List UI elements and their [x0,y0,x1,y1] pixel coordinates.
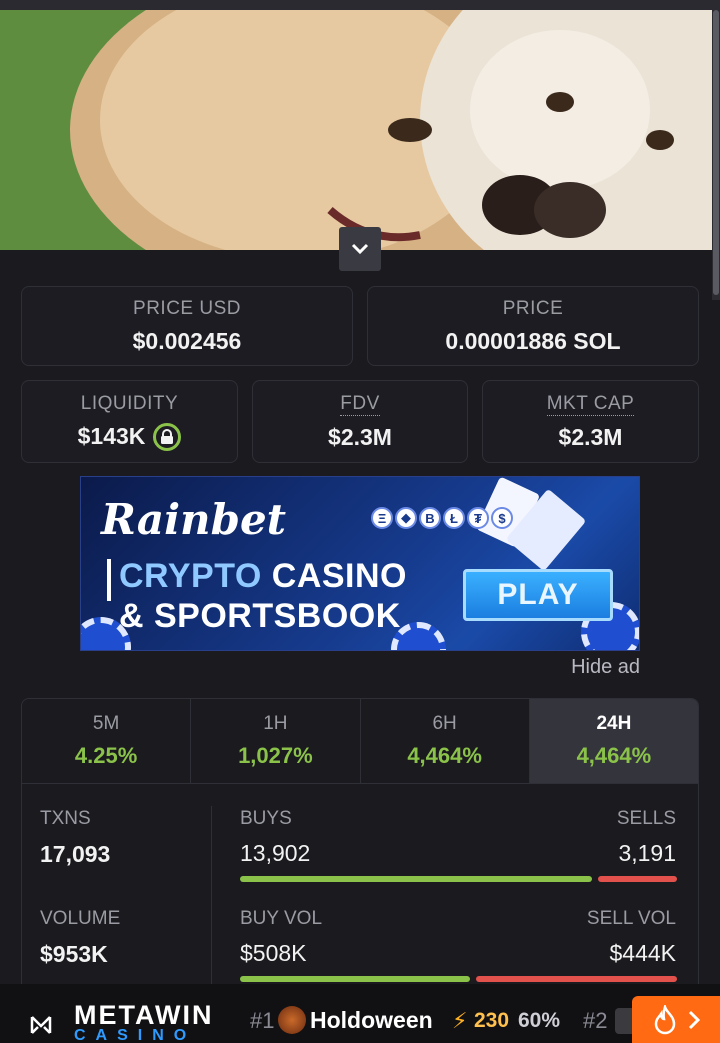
sells-label: SELLS [616,808,676,829]
buy-volume-value: $508K [240,940,307,966]
lock-icon[interactable] [153,422,182,451]
chevron-down-icon [351,243,369,255]
lightning-icon: ⚡ [452,1008,468,1033]
fdv-label[interactable]: FDV [340,393,380,416]
price-usd-card: PRICE USD $0.002456 [21,286,353,366]
sells-ratio-bar [598,876,677,882]
ad-brand-logo: Rainbet [101,495,287,544]
sell-volume-value: $444K [609,940,676,966]
ad-banner[interactable]: Rainbet Ξ ◆ B Ł ₮ $ CRYPTO CASINO & SPOR… [80,476,640,651]
coin-icon: Ł [443,507,465,529]
metawin-logo-icon [30,1016,52,1034]
ad-subheadline: & SPORTSBOOK [119,597,401,635]
price-sol-value: 0.00001886 SOL [445,327,621,354]
volume-label: VOLUME [40,908,121,929]
rank-1-label: #1 [250,1008,275,1033]
game-name[interactable]: Holdoween [310,1007,433,1034]
liquidity-card: LIQUIDITY $143K [21,380,238,463]
fire-icon [654,1004,676,1034]
ad-headline: CRYPTO CASINO [119,557,407,595]
game-percent: 60% [518,1009,561,1032]
token-header-image [0,10,712,250]
price-sol-card: PRICE 0.00001886 SOL [367,286,699,366]
liquidity-label: LIQUIDITY [80,392,179,414]
top-status-strip [0,0,720,10]
txns-value: 17,093 [40,841,111,867]
scrollbar-thumb[interactable] [713,10,719,295]
coin-icon: ◆ [395,507,417,529]
metawin-brand-sub: CASINO [74,1027,197,1043]
txns-label: TXNS [40,808,91,829]
coin-icon: Ξ [371,507,393,529]
trending-open-button[interactable] [632,996,720,1043]
market-cap-card: MKT CAP $2.3M [482,380,699,463]
coin-icon: B [419,507,441,529]
tab-1h[interactable]: 1H 1,027% [191,699,361,783]
collapse-image-button[interactable] [339,227,381,271]
buys-value: 13,902 [240,840,311,866]
price-usd-value: $0.002456 [132,327,242,354]
ad-play-button[interactable]: PLAY [463,569,613,621]
timeframe-tabs: 5M 4.25% 1H 1,027% 6H 4,464% 24H 4,464% [21,698,699,784]
liquidity-value: $143K [77,423,146,449]
tab-6h[interactable]: 6H 4,464% [361,699,530,783]
hide-ad-link[interactable]: Hide ad [571,656,640,679]
divider [211,806,212,986]
fdv-card: FDV $2.3M [252,380,468,463]
market-cap-value: $2.3M [558,423,623,450]
coin-icon: $ [491,507,513,529]
buy-volume-label: BUY VOL [240,908,323,929]
sell-volume-label: SELL VOL [586,908,676,929]
tab-24h[interactable]: 24H 4,464% [529,699,698,783]
transactions-panel [21,784,699,984]
game-thumbnail-icon [278,1006,306,1034]
market-cap-label[interactable]: MKT CAP [546,393,635,416]
price-sol-label: PRICE [502,297,564,319]
price-usd-label: PRICE USD [133,297,241,319]
sell-volume-ratio-bar [476,976,677,982]
crypto-coins: Ξ ◆ B Ł ₮ $ [371,507,513,529]
ad-divider [107,559,111,601]
buys-ratio-bar [240,876,592,882]
chevron-right-icon [688,1010,700,1029]
rank-2-label: #2 [583,1008,608,1033]
buy-volume-ratio-bar [240,976,470,982]
sells-value: 3,191 [618,840,676,866]
coin-icon: ₮ [467,507,489,529]
tab-5m[interactable]: 5M 4.25% [22,699,192,783]
volume-value: $953K [40,941,108,967]
buys-label: BUYS [240,808,292,829]
game-count: 230 [474,1009,510,1032]
fdv-value: $2.3M [328,423,392,450]
